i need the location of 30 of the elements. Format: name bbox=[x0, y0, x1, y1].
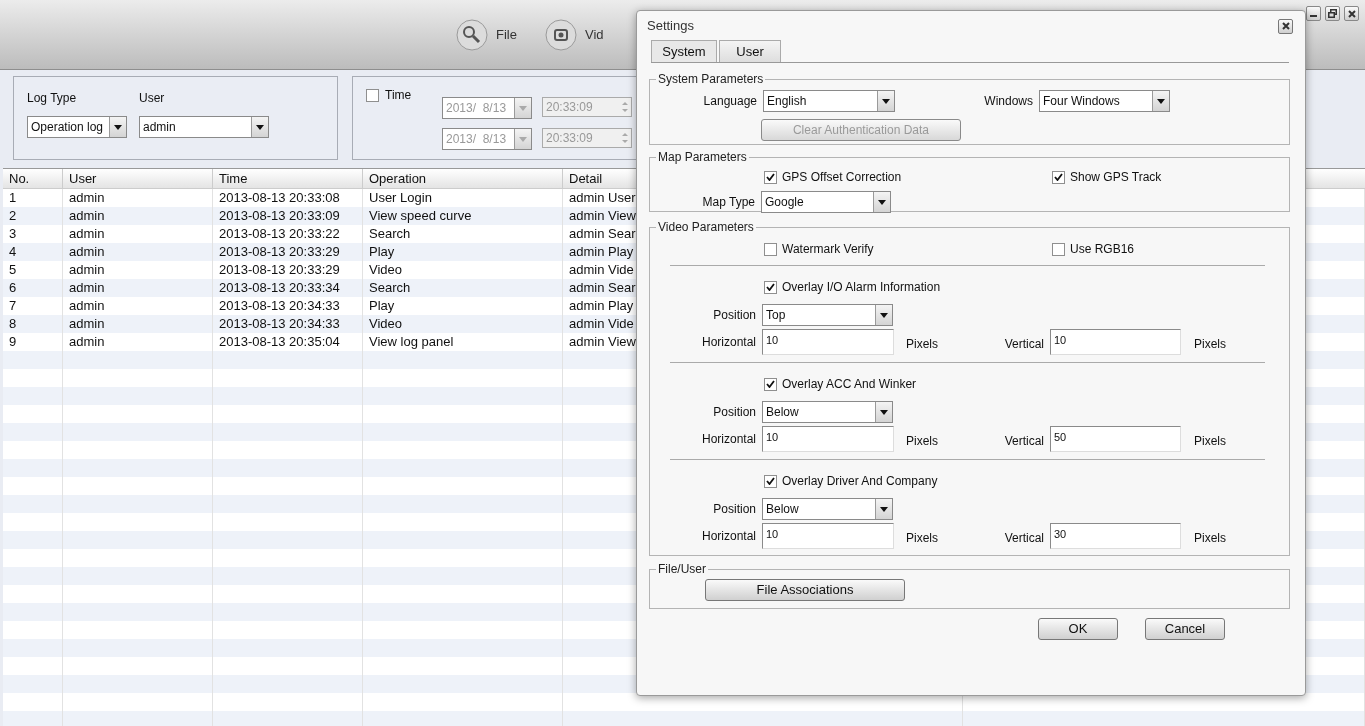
field-label: Windows bbox=[983, 93, 1034, 110]
field-label: Vertical bbox=[1003, 433, 1045, 450]
field-label: User bbox=[139, 90, 166, 107]
checkbox-label: Watermark Verify bbox=[782, 241, 874, 258]
checkbox-label: Show GPS Track bbox=[1070, 169, 1162, 186]
unit-label: Pixels bbox=[906, 433, 939, 450]
group-title: File/User bbox=[657, 561, 707, 578]
field-label: Horizontal bbox=[700, 528, 757, 545]
checkbox-label: Time bbox=[385, 89, 412, 102]
checkbox-label: Overlay I/O Alarm Information bbox=[782, 279, 941, 296]
unit-label: Pixels bbox=[1194, 433, 1226, 450]
checkbox-label: Overlay Driver And Company bbox=[782, 473, 938, 490]
checkbox-label: GPS Offset Correction bbox=[782, 169, 902, 186]
field-label: Language bbox=[702, 93, 758, 110]
group-title: System Parameters bbox=[657, 71, 765, 88]
checkbox-label: Overlay ACC And Winker bbox=[782, 376, 917, 393]
field-label: Log Type bbox=[27, 90, 78, 107]
field-label: Horizontal bbox=[700, 431, 757, 448]
unit-label: Pixels bbox=[1194, 530, 1226, 547]
unit-label: Pixels bbox=[906, 530, 939, 547]
group-title: Map Parameters bbox=[657, 149, 748, 166]
field-label: Position bbox=[712, 404, 757, 421]
field-label: Vertical bbox=[1003, 336, 1045, 353]
field-label: Vertical bbox=[1003, 530, 1045, 547]
field-label: Horizontal bbox=[700, 334, 757, 351]
dialog-title: Settings bbox=[647, 17, 694, 36]
unit-label: Pixels bbox=[906, 336, 939, 353]
field-label: Position bbox=[712, 501, 757, 518]
checkbox-label: Use RGB16 bbox=[1070, 241, 1135, 258]
unit-label: Pixels bbox=[1194, 336, 1226, 353]
